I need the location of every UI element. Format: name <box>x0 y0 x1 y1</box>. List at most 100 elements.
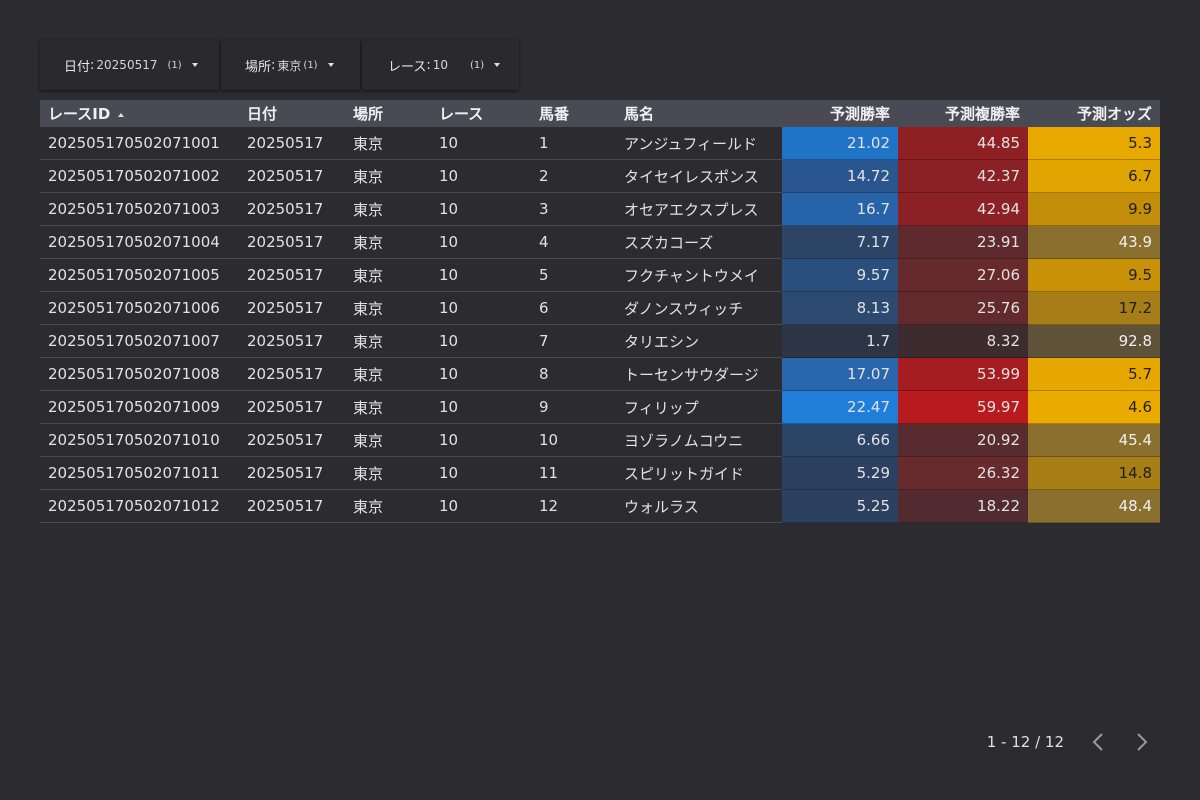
filter-place[interactable]: 場所: 東京 (1) <box>221 40 360 90</box>
win-rate-cell: 16.7 <box>782 192 898 226</box>
place-rate-cell: 42.37 <box>898 159 1028 193</box>
table-row: 202505170502071009 20250517 東京 10 9 フィリップ 22.4… <box>40 390 1160 424</box>
header-place[interactable]: 場所 <box>345 100 431 127</box>
header-horse-name[interactable]: 馬名 <box>616 100 782 127</box>
win-rate-cell: 9.57 <box>782 258 898 292</box>
place-cell: 東京 <box>345 357 431 391</box>
odds-cell: 5.3 <box>1028 127 1160 160</box>
filter-race-sep: : <box>426 57 431 73</box>
place-rate-cell: 18.22 <box>898 489 1028 523</box>
horse-number-cell: 1 <box>531 127 616 160</box>
odds-cell: 9.9 <box>1028 192 1160 226</box>
chevron-left-icon <box>1092 733 1103 751</box>
horse-name-cell: スズカコーズ <box>616 225 782 259</box>
date-cell: 20250517 <box>239 291 345 325</box>
date-cell: 20250517 <box>239 423 345 457</box>
race-cell: 10 <box>431 489 531 523</box>
pagination: 1 - 12 / 12 <box>987 730 1152 754</box>
race-id-cell: 202505170502071010 <box>40 423 239 457</box>
horse-number-cell: 10 <box>531 423 616 457</box>
horse-name-cell: ダノンスウィッチ <box>616 291 782 325</box>
horse-number-cell: 6 <box>531 291 616 325</box>
table-row: 202505170502071012 20250517 東京 10 12 ウォルラス 5.2… <box>40 489 1160 523</box>
prev-page-button[interactable] <box>1088 730 1108 754</box>
place-rate-cell: 23.91 <box>898 225 1028 259</box>
win-rate-cell: 17.07 <box>782 357 898 391</box>
horse-name-cell: ウォルラス <box>616 489 782 523</box>
header-race[interactable]: レース <box>431 100 531 127</box>
filter-race-value: 10 <box>432 58 449 72</box>
race-cell: 10 <box>431 258 531 292</box>
header-win-rate[interactable]: 予測勝率 <box>782 100 898 127</box>
race-id-cell: 202505170502071004 <box>40 225 239 259</box>
place-rate-cell: 27.06 <box>898 258 1028 292</box>
table-row: 202505170502071001 20250517 東京 10 1 アンジュフィールド… <box>40 127 1160 160</box>
sort-ascending-icon <box>118 112 125 117</box>
table-row: 202505170502071008 20250517 東京 10 8 トーセンサウダージ… <box>40 357 1160 391</box>
filter-place-value: 東京 <box>277 58 302 73</box>
filter-date-value: 20250517 <box>96 58 158 72</box>
horse-number-cell: 5 <box>531 258 616 292</box>
header-place-rate[interactable]: 予測複勝率 <box>898 100 1028 127</box>
race-id-cell: 202505170502071003 <box>40 192 239 226</box>
race-cell: 10 <box>431 423 531 457</box>
odds-cell: 4.6 <box>1028 390 1160 424</box>
table-header-row: レースID 日付 場所 レース 馬番 馬名 予測勝率 予測複勝率 予測オッズ <box>40 100 1160 127</box>
filter-race[interactable]: レース: 10 (1) <box>362 40 519 90</box>
place-cell: 東京 <box>345 390 431 424</box>
header-horse-number[interactable]: 馬番 <box>531 100 616 127</box>
race-id-cell: 202505170502071002 <box>40 159 239 193</box>
horse-name-cell: ヨゾラノムコウニ <box>616 423 782 457</box>
prediction-table: レースID 日付 場所 レース 馬番 馬名 予測勝率 予測複勝率 予測オッズ 2… <box>40 100 1160 523</box>
place-rate-cell: 26.32 <box>898 456 1028 490</box>
filter-bar: 日付: 20250517 (1) 場所: 東京 (1) レース: 10 (1) <box>40 40 519 90</box>
filter-place-label: 場所 <box>245 59 272 75</box>
date-cell: 20250517 <box>239 357 345 391</box>
odds-cell: 9.5 <box>1028 258 1160 292</box>
win-rate-cell: 14.72 <box>782 159 898 193</box>
place-rate-cell: 44.85 <box>898 127 1028 160</box>
chevron-down-icon <box>191 63 198 67</box>
race-id-cell: 202505170502071008 <box>40 357 239 391</box>
horse-name-cell: フクチャントウメイ <box>616 258 782 292</box>
filter-date[interactable]: 日付: 20250517 (1) <box>40 40 219 90</box>
place-rate-cell: 42.94 <box>898 192 1028 226</box>
header-odds[interactable]: 予測オッズ <box>1028 100 1160 127</box>
race-id-cell: 202505170502071006 <box>40 291 239 325</box>
place-cell: 東京 <box>345 192 431 226</box>
chevron-down-icon <box>327 63 334 67</box>
place-cell: 東京 <box>345 127 431 160</box>
race-cell: 10 <box>431 357 531 391</box>
horse-number-cell: 7 <box>531 324 616 358</box>
place-cell: 東京 <box>345 324 431 358</box>
page-range: 1 - 12 / 12 <box>986 733 1064 751</box>
chevron-down-icon <box>494 63 501 67</box>
place-rate-cell: 8.32 <box>898 324 1028 358</box>
place-cell: 東京 <box>345 489 431 523</box>
race-cell: 10 <box>431 192 531 226</box>
next-page-button[interactable] <box>1132 730 1152 754</box>
place-cell: 東京 <box>345 159 431 193</box>
date-cell: 20250517 <box>239 258 345 292</box>
place-cell: 東京 <box>345 225 431 259</box>
filter-date-sep: : <box>90 57 95 73</box>
race-id-cell: 202505170502071009 <box>40 390 239 424</box>
place-rate-cell: 53.99 <box>898 357 1028 391</box>
race-id-cell: 202505170502071005 <box>40 258 239 292</box>
date-cell: 20250517 <box>239 192 345 226</box>
header-race-id[interactable]: レースID <box>40 100 239 127</box>
place-cell: 東京 <box>345 291 431 325</box>
filter-date-label: 日付 <box>64 59 91 75</box>
date-cell: 20250517 <box>239 225 345 259</box>
race-cell: 10 <box>431 324 531 358</box>
horse-number-cell: 12 <box>531 489 616 523</box>
race-id-cell: 202505170502071007 <box>40 324 239 358</box>
table-row: 202505170502071004 20250517 東京 10 4 スズカコーズ 7.1… <box>40 225 1160 259</box>
horse-name-cell: タイセイレスポンス <box>616 159 782 193</box>
race-cell: 10 <box>431 456 531 490</box>
odds-cell: 5.7 <box>1028 357 1160 391</box>
win-rate-cell: 7.17 <box>782 225 898 259</box>
odds-cell: 14.8 <box>1028 456 1160 490</box>
race-cell: 10 <box>431 390 531 424</box>
header-date[interactable]: 日付 <box>239 100 345 127</box>
